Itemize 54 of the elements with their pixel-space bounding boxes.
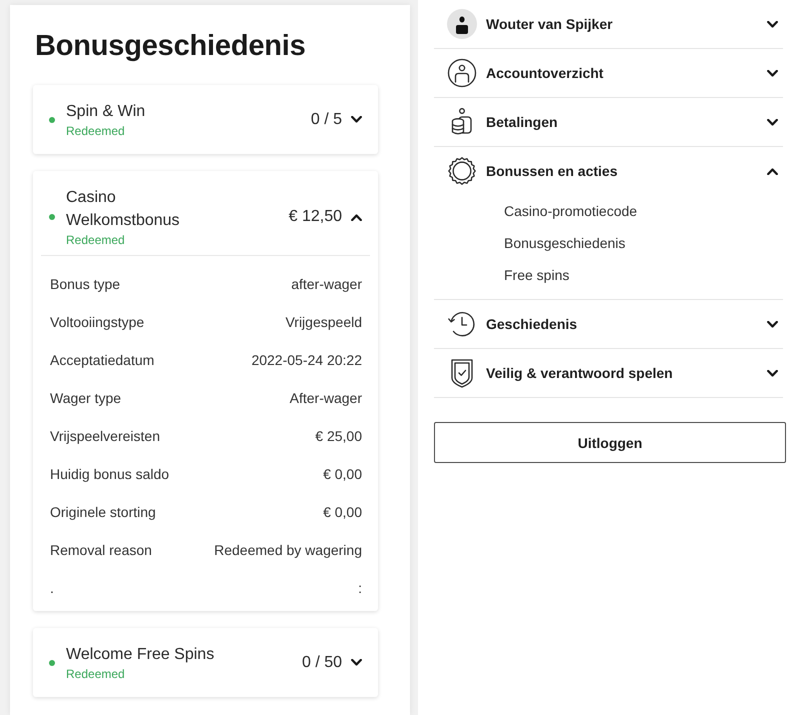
bonus-amount: 0 / 5 (310, 110, 342, 128)
bonus-status: Redeemed (66, 232, 126, 248)
detail-value: 2022-05-24 20:22 (251, 352, 362, 368)
bonus-title: Casino Welkomstbonus (66, 188, 181, 231)
menu-item[interactable]: Geschiedenis (434, 300, 783, 348)
badge-icon (447, 156, 477, 186)
detail-value: € 0,00 (323, 504, 362, 520)
status-dot-icon (49, 214, 55, 220)
chevron-down-icon[interactable] (767, 320, 778, 328)
detail-value: Redeemed by wagering (214, 542, 362, 558)
detail-label: Voltooiingstype (50, 314, 144, 330)
detail-value: : (358, 580, 362, 596)
history-icon (447, 309, 477, 339)
menu-item[interactable]: Veilig & verantwoord spelen (434, 349, 783, 397)
bonus-amount: € 12,50 (288, 208, 342, 226)
bonus-status: Redeemed (66, 123, 126, 139)
menu-item[interactable]: Bonussen en acties (434, 147, 783, 195)
logout-button[interactable]: Uitloggen (434, 422, 786, 463)
bonus-title: Spin & Win (66, 102, 146, 122)
chevron-up-icon[interactable] (767, 168, 778, 174)
chevron-down-icon[interactable] (351, 116, 362, 123)
chevron-up-icon[interactable] (351, 214, 362, 220)
chevron-down-icon[interactable] (767, 370, 778, 376)
bonus-status: Redeemed (66, 666, 126, 682)
detail-label: Bonus type (50, 276, 120, 292)
chevron-down-icon[interactable] (767, 20, 778, 28)
chevron-down-icon[interactable] (767, 118, 778, 126)
detail-label: . (50, 580, 54, 596)
detail-label: Wager type (50, 390, 122, 406)
submenu-link[interactable]: Casino-promotiecode (504, 195, 638, 227)
chevron-down-icon[interactable] (767, 70, 778, 76)
detail-value: After-wager (290, 390, 362, 406)
menu-item[interactable]: Accountoverzicht (434, 49, 783, 97)
user-menu-item[interactable]: Wouter van Spijker (434, 0, 783, 48)
submenu-link[interactable]: Bonusgeschiedenis (504, 227, 626, 259)
detail-label: Acceptatiedatum (50, 352, 154, 368)
detail-label: Originele storting (50, 504, 156, 520)
status-dot-icon (49, 116, 55, 122)
avatar-icon (447, 9, 477, 39)
page-title: Bonusgeschiedenis (35, 29, 307, 64)
chevron-down-icon[interactable] (351, 659, 362, 666)
user-circle-icon (447, 58, 477, 88)
menu-item[interactable]: Betalingen (434, 98, 783, 146)
detail-label: Vrijspeelvereisten (50, 428, 160, 444)
bonus-amount: 0 / 50 (302, 654, 342, 672)
detail-value: after-wager (291, 276, 362, 292)
detail-label: Removal reason (50, 542, 152, 558)
bonus-title: Welcome Free Spins (66, 645, 214, 665)
detail-label: Huidig bonus saldo (50, 466, 170, 482)
detail-value: € 0,00 (323, 466, 362, 482)
detail-value: Vrijgespeeld (285, 314, 362, 330)
submenu-link[interactable]: Free spins (504, 259, 570, 291)
detail-value: € 25,00 (315, 428, 362, 444)
status-dot-icon (49, 660, 55, 666)
